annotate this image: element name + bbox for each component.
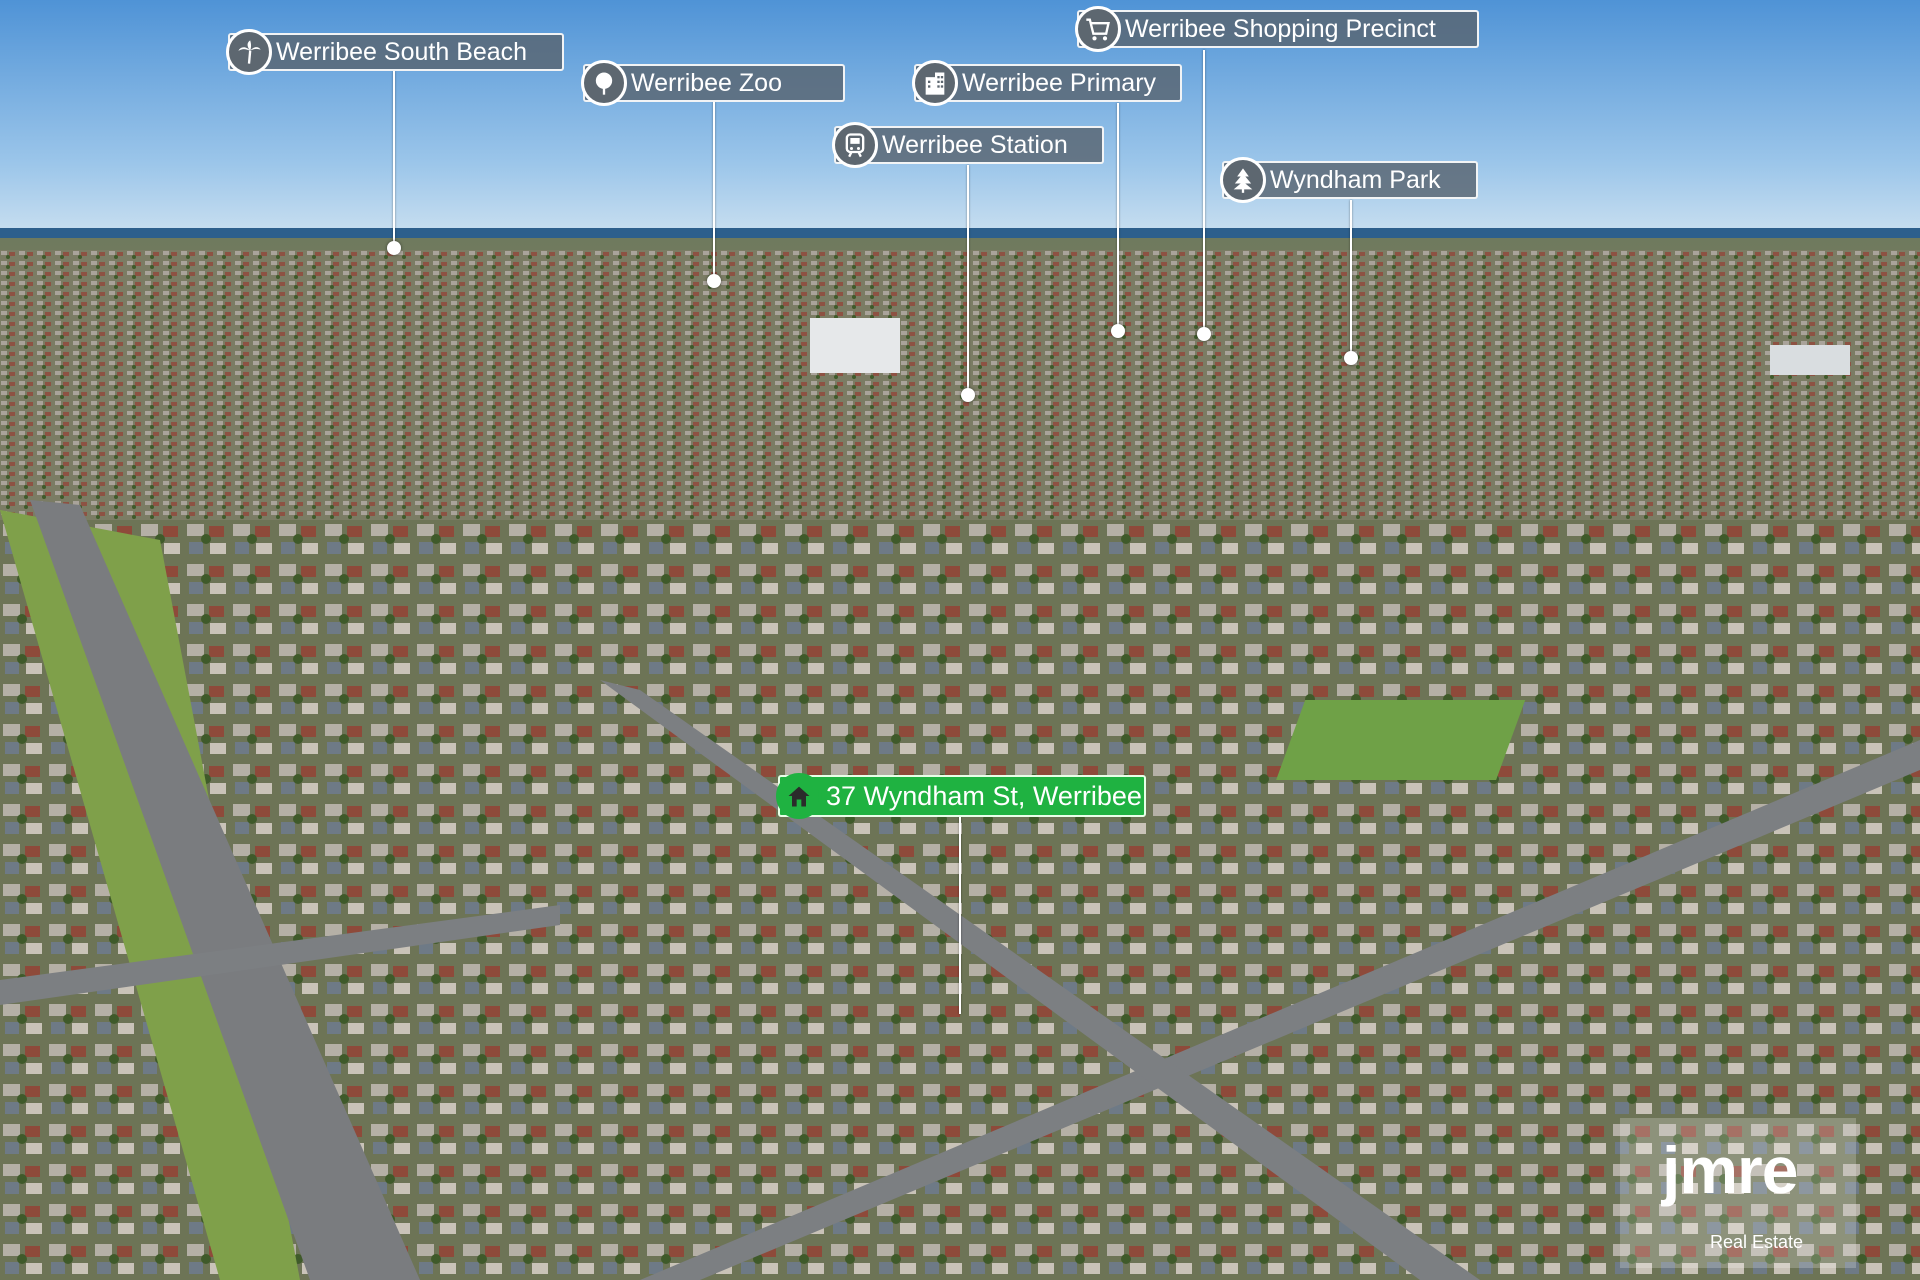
agency-brand-text: jmre xyxy=(1662,1133,1798,1207)
poi-label-text: Werribee Primary xyxy=(962,68,1157,97)
shopping-cart-icon xyxy=(1075,6,1121,52)
agency-watermark-logo: jmre Real Estate xyxy=(1620,1118,1856,1268)
poi-label-text: Werribee Shopping Precinct xyxy=(1125,14,1436,43)
agency-tagline-text: Real Estate xyxy=(1710,1232,1804,1252)
poi-label-wyndham-park: Wyndham Park xyxy=(1220,157,1478,203)
house-icon xyxy=(776,773,822,819)
poi-label-werribee-south-beach: Werribee South Beach xyxy=(226,29,564,75)
building-icon xyxy=(912,60,958,106)
poi-label-werribee-shopping-precinct: Werribee Shopping Precinct xyxy=(1075,6,1479,52)
poi-label-text: Werribee Zoo xyxy=(631,68,782,97)
property-address-text: 37 Wyndham St, Werribee xyxy=(826,780,1142,811)
train-icon xyxy=(832,122,878,168)
poi-label-text: Werribee Station xyxy=(882,130,1068,159)
poi-label-werribee-primary: Werribee Primary xyxy=(912,60,1182,106)
poi-label-text: Wyndham Park xyxy=(1270,165,1441,194)
poi-label-werribee-zoo: Werribee Zoo xyxy=(581,60,845,106)
poi-label-text: Werribee South Beach xyxy=(276,37,528,66)
tree-icon xyxy=(581,60,627,106)
palm-tree-icon xyxy=(226,29,272,75)
aerial-photo xyxy=(0,0,1920,1280)
property-address-label: 37 Wyndham St, Werribee xyxy=(776,773,1146,819)
poi-label-werribee-station: Werribee Station xyxy=(832,122,1104,168)
pine-tree-icon xyxy=(1220,157,1266,203)
